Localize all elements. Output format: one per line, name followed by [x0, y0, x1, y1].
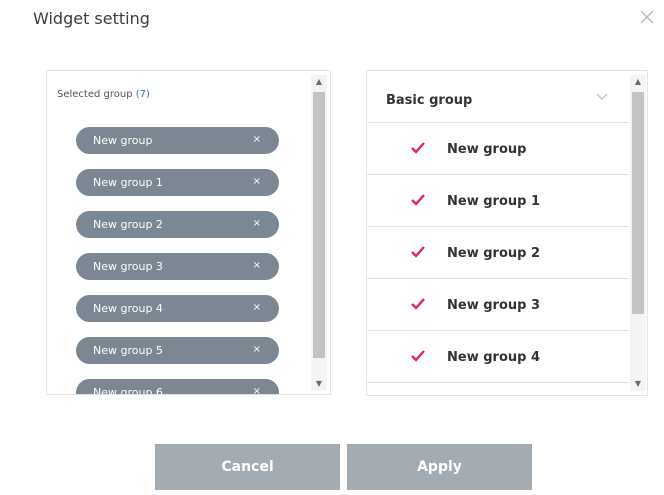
selected-chip[interactable]: New group 1 × [76, 169, 279, 196]
selected-chip[interactable]: New group 6 × [76, 379, 279, 395]
selected-chip[interactable]: New group 2 × [76, 211, 279, 238]
chip-label: New group 4 [93, 302, 163, 315]
chip-remove-icon[interactable]: × [253, 176, 261, 188]
scroll-down-icon[interactable]: ▼ [311, 377, 327, 391]
group-list-scrollbar[interactable]: ▲ ▼ [630, 75, 646, 391]
selected-chip[interactable]: New group 4 × [76, 295, 279, 322]
cancel-button[interactable]: Cancel [155, 444, 340, 490]
group-dropdown-label: Basic group [386, 93, 473, 108]
chip-label: New group 6 [93, 386, 163, 395]
dialog-title: Widget setting [33, 9, 150, 28]
chip-remove-icon[interactable]: × [253, 302, 261, 314]
close-button[interactable] [636, 6, 658, 28]
group-row-label: New group 1 [447, 194, 541, 209]
group-row-label: New group [447, 142, 527, 157]
selected-group-count: (7) [135, 89, 150, 100]
chip-label: New group 1 [93, 176, 163, 189]
chip-remove-icon[interactable]: × [253, 344, 261, 356]
chip-label: New group [93, 134, 153, 147]
scroll-up-icon[interactable]: ▲ [630, 75, 646, 89]
group-checkbox-row[interactable]: New group 1 [367, 175, 629, 227]
group-checkbox-row[interactable]: New group 3 [367, 279, 629, 331]
group-checkbox-row[interactable]: New group 2 [367, 227, 629, 279]
group-dropdown[interactable]: Basic group [367, 71, 629, 123]
apply-button[interactable]: Apply [347, 444, 532, 490]
selected-group-panel: Selected group (7) New group × New group… [46, 70, 331, 395]
scroll-down-icon[interactable]: ▼ [630, 377, 646, 391]
group-row-label: New group 3 [447, 298, 541, 313]
selected-chip[interactable]: New group 3 × [76, 253, 279, 280]
selected-group-scrollbar[interactable]: ▲ ▼ [311, 75, 327, 391]
scrollbar-thumb[interactable] [632, 92, 644, 314]
selected-chip[interactable]: New group × [76, 127, 279, 154]
chip-label: New group 5 [93, 344, 163, 357]
group-checkbox-row[interactable]: New group 4 [367, 331, 629, 383]
group-row-label: New group 4 [447, 350, 541, 365]
group-checkbox-row[interactable]: New group [367, 123, 629, 175]
scroll-up-icon[interactable]: ▲ [311, 75, 327, 89]
selected-group-label: Selected group [57, 89, 133, 100]
chevron-down-icon [596, 93, 608, 100]
checkmark-icon[interactable] [410, 297, 426, 311]
selected-group-header: Selected group (7) [57, 89, 150, 100]
checkmark-icon[interactable] [410, 141, 426, 155]
chip-remove-icon[interactable]: × [253, 218, 261, 230]
chip-label: New group 2 [93, 218, 163, 231]
chip-remove-icon[interactable]: × [253, 386, 261, 394]
group-row-label: New group 2 [447, 246, 541, 261]
chip-label: New group 3 [93, 260, 163, 273]
group-list-panel: Basic group New group New group 1 New gr… [366, 70, 648, 396]
close-icon [640, 10, 654, 24]
scrollbar-thumb[interactable] [313, 92, 325, 358]
chip-remove-icon[interactable]: × [253, 260, 261, 272]
checkmark-icon[interactable] [410, 245, 426, 259]
checkmark-icon[interactable] [410, 193, 426, 207]
checkmark-icon[interactable] [410, 349, 426, 363]
selected-chip[interactable]: New group 5 × [76, 337, 279, 364]
chip-remove-icon[interactable]: × [253, 134, 261, 146]
